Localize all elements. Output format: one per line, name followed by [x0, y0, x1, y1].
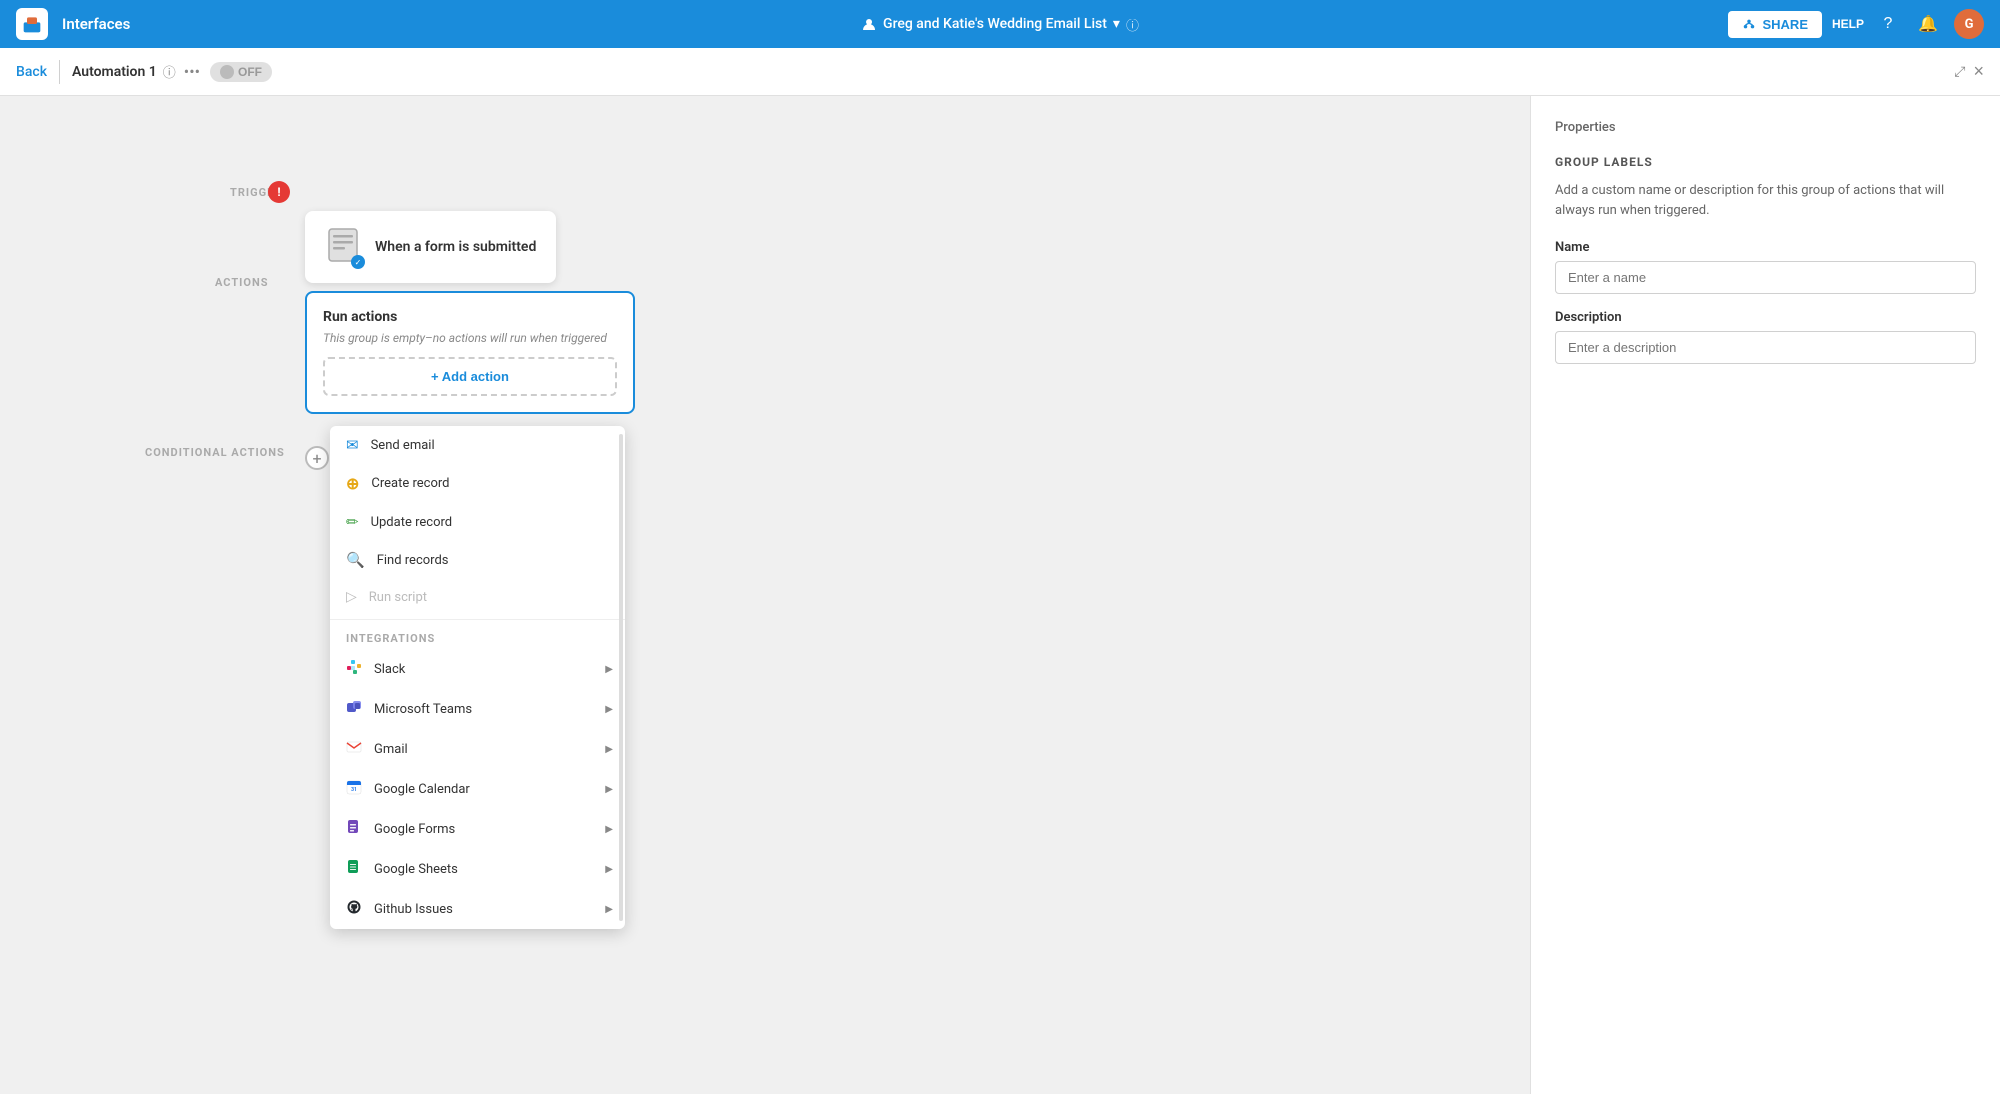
group-labels-title: GROUP LABELS: [1555, 155, 1976, 169]
find-records-label: Find records: [377, 553, 449, 568]
share-button[interactable]: SHARE: [1728, 11, 1822, 38]
toggle-label: OFF: [238, 65, 262, 79]
action-create-record[interactable]: ⊕ Create record: [330, 464, 625, 503]
action-run-script[interactable]: ▷ Run script: [330, 579, 625, 615]
svg-text:31: 31: [351, 787, 357, 793]
email-icon: ✉: [346, 436, 359, 454]
name-field-label: Name: [1555, 240, 1976, 255]
find-records-icon: 🔍: [346, 551, 365, 569]
add-conditional-action-button[interactable]: +: [305, 446, 329, 470]
automation-name: Automation 1: [72, 64, 157, 80]
help-label: HELP: [1832, 17, 1864, 31]
slack-label: Slack: [374, 662, 405, 677]
trigger-card[interactable]: ✓ When a form is submitted: [305, 211, 556, 283]
top-nav: Interfaces Greg and Katie's Wedding Emai…: [0, 0, 2000, 48]
github-label: Github Issues: [374, 902, 453, 917]
dropdown-scrollbar[interactable]: [619, 434, 623, 921]
slack-chevron: ▶: [605, 664, 613, 675]
gforms-chevron: ▶: [605, 824, 613, 835]
description-field-label: Description: [1555, 310, 1976, 325]
automation-info-icon[interactable]: ⓘ: [163, 62, 176, 81]
run-script-icon: ▷: [346, 589, 357, 605]
integration-microsoft-teams[interactable]: Microsoft Teams ▶: [330, 689, 625, 729]
gmail-label: Gmail: [374, 742, 408, 757]
name-input[interactable]: [1555, 261, 1976, 294]
share-icon: [1742, 17, 1756, 31]
gmail-icon: [346, 739, 362, 759]
conditional-actions-label: CONDITIONAL ACTIONS: [145, 446, 285, 459]
teams-icon: [346, 699, 362, 719]
update-record-icon: ✏: [346, 513, 359, 531]
run-actions-title: Run actions: [323, 309, 617, 325]
integration-slack[interactable]: Slack ▶: [330, 649, 625, 689]
gmail-chevron: ▶: [605, 744, 613, 755]
sub-nav: Back Automation 1 ⓘ ••• OFF ⤢ ×: [0, 48, 2000, 96]
integration-gmail[interactable]: Gmail ▶: [330, 729, 625, 769]
gforms-label: Google Forms: [374, 822, 455, 837]
integration-google-sheets[interactable]: Google Sheets ▶: [330, 849, 625, 889]
question-icon-button[interactable]: ?: [1874, 10, 1902, 38]
gsheets-label: Google Sheets: [374, 862, 458, 877]
gcal-icon: 31: [346, 779, 362, 799]
action-find-records[interactable]: 🔍 Find records: [330, 541, 625, 579]
notification-button[interactable]: 🔔: [1914, 10, 1942, 38]
integration-github-issues[interactable]: Github Issues ▶: [330, 889, 625, 929]
update-record-label: Update record: [371, 515, 453, 530]
gsheets-icon: [346, 859, 362, 879]
help-button[interactable]: HELP: [1834, 10, 1862, 38]
toggle-circle: [220, 65, 234, 79]
project-title-area: Greg and Katie's Wedding Email List ▾ ⓘ: [861, 15, 1139, 34]
create-record-icon: ⊕: [346, 474, 359, 493]
interfaces-title: Interfaces: [62, 15, 130, 33]
dropdown-divider: [330, 619, 625, 620]
action-dropdown: ✉ Send email ⊕ Create record ✏ Update re…: [330, 426, 625, 929]
canvas: TRIGGER ! ✓ When a form is submitted ACT…: [0, 96, 1530, 1094]
integrations-section-label: INTEGRATIONS: [330, 624, 625, 649]
send-email-label: Send email: [371, 438, 435, 453]
warning-badge: !: [268, 181, 290, 203]
description-input[interactable]: [1555, 331, 1976, 364]
project-name[interactable]: Greg and Katie's Wedding Email List: [883, 16, 1107, 32]
expand-button[interactable]: ⤢: [1954, 63, 1965, 80]
add-action-button[interactable]: + Add action: [323, 357, 617, 396]
top-nav-right: SHARE HELP ? 🔔 G: [1728, 9, 1984, 39]
teams-label: Microsoft Teams: [374, 702, 472, 717]
close-button[interactable]: ×: [1973, 61, 1984, 82]
integration-google-forms[interactable]: Google Forms ▶: [330, 809, 625, 849]
properties-panel-title: Properties: [1555, 120, 1976, 135]
run-actions-card: Run actions This group is empty–no actio…: [305, 291, 635, 414]
gforms-icon: [346, 819, 362, 839]
action-update-record[interactable]: ✏ Update record: [330, 503, 625, 541]
gcal-label: Google Calendar: [374, 782, 470, 797]
run-script-label: Run script: [369, 590, 427, 605]
properties-panel: Properties GROUP LABELS Add a custom nam…: [1530, 96, 2000, 1094]
automation-more-button[interactable]: •••: [184, 62, 200, 81]
back-button[interactable]: Back: [16, 64, 47, 80]
share-label: SHARE: [1762, 17, 1808, 32]
app-logo: [16, 8, 48, 40]
toggle-button[interactable]: OFF: [210, 62, 272, 82]
avatar[interactable]: G: [1954, 9, 1984, 39]
action-send-email[interactable]: ✉ Send email: [330, 426, 625, 464]
slack-icon: [346, 659, 362, 679]
integration-google-calendar[interactable]: 31 Google Calendar ▶: [330, 769, 625, 809]
trigger-icon-wrap: ✓: [325, 227, 361, 267]
sub-nav-divider: [59, 60, 60, 84]
actions-label: ACTIONS: [215, 276, 269, 289]
gsheets-chevron: ▶: [605, 864, 613, 875]
user-icon: [861, 16, 877, 32]
create-record-label: Create record: [371, 476, 449, 491]
dropdown-chevron[interactable]: ▾: [1113, 16, 1120, 32]
trigger-text: When a form is submitted: [375, 239, 536, 255]
trigger-check-icon: ✓: [351, 255, 365, 269]
group-labels-description: Add a custom name or description for thi…: [1555, 181, 1976, 220]
github-chevron: ▶: [605, 904, 613, 915]
info-icon[interactable]: ⓘ: [1126, 15, 1139, 34]
gcal-chevron: ▶: [605, 784, 613, 795]
teams-chevron: ▶: [605, 704, 613, 715]
main-layout: TRIGGER ! ✓ When a form is submitted ACT…: [0, 96, 2000, 1094]
run-actions-subtitle: This group is empty–no actions will run …: [323, 331, 617, 345]
github-icon: [346, 899, 362, 919]
